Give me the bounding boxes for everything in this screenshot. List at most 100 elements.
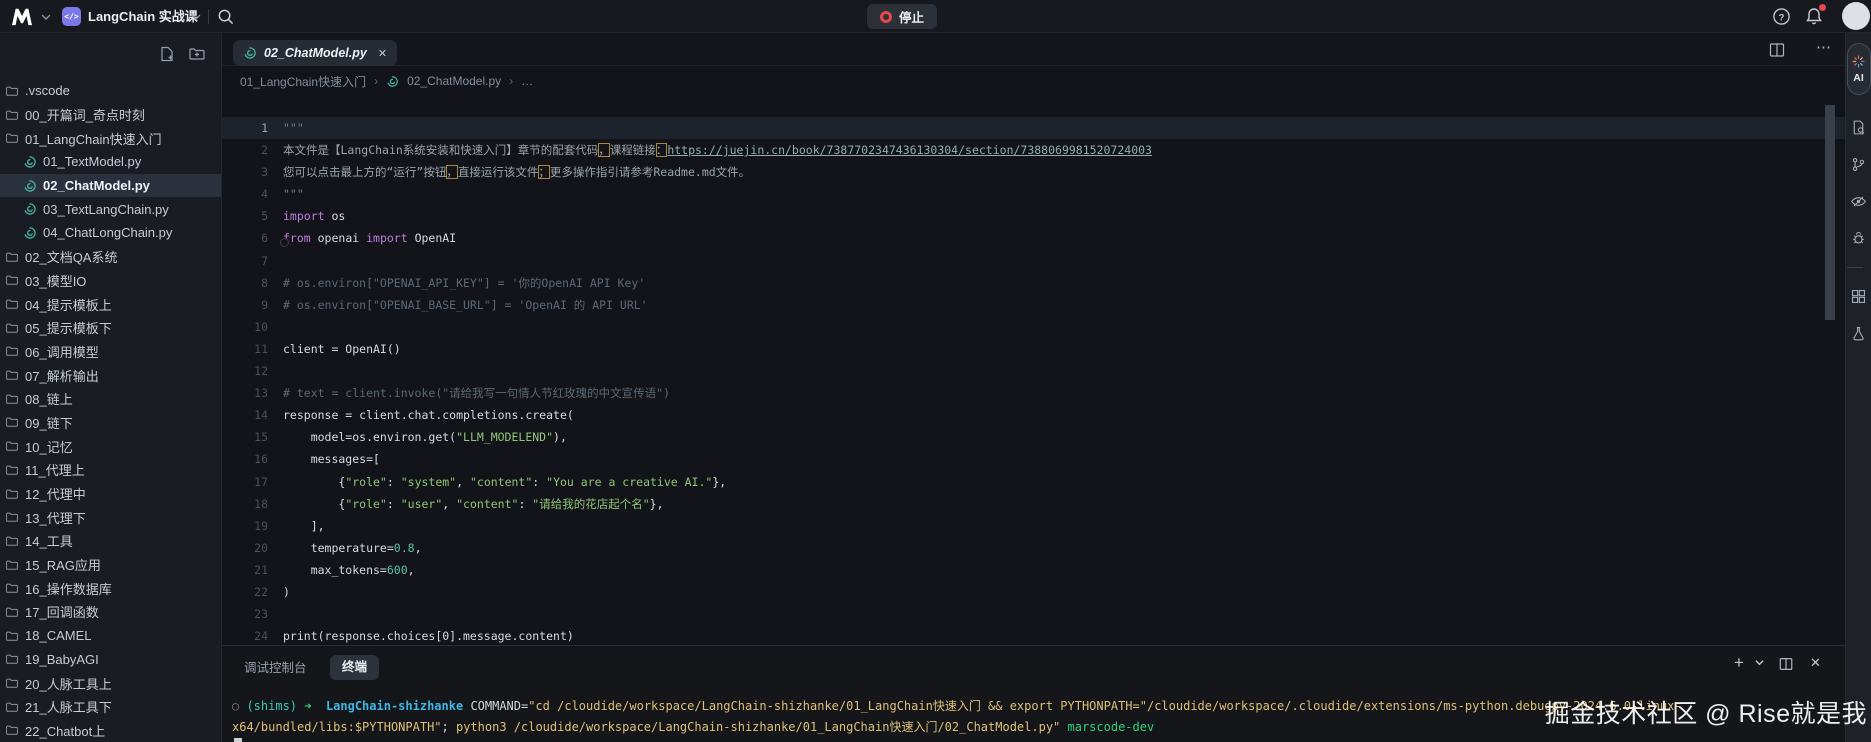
tab-terminal[interactable]: 终端 bbox=[330, 655, 379, 680]
code-line[interactable]: 24 print(response.choices[0].message.cont… bbox=[222, 625, 1845, 645]
file-tree-item[interactable]: 11_代理上 bbox=[0, 458, 222, 482]
code-line[interactable]: 21 max_tokens=600, bbox=[222, 559, 1845, 581]
ai-assistant-button[interactable]: AI bbox=[1847, 43, 1871, 95]
code-line[interactable]: 12 bbox=[222, 360, 1845, 382]
eye-icon[interactable] bbox=[1847, 183, 1871, 220]
line-number: 13 bbox=[222, 382, 268, 404]
file-tree-item[interactable]: 02_文档QA系统 bbox=[0, 245, 222, 269]
avatar[interactable] bbox=[1842, 2, 1870, 30]
chevron-down-icon[interactable] bbox=[1754, 657, 1765, 668]
file-tree-item[interactable]: 01_TextModel.py bbox=[0, 150, 222, 174]
file-tree-item[interactable]: 12_代理中 bbox=[0, 482, 222, 506]
code-line[interactable]: 14response = client.chat.completions.cre… bbox=[222, 404, 1845, 426]
split-terminal-icon[interactable] bbox=[1778, 656, 1794, 672]
code-line[interactable]: 20 temperature=0.8, bbox=[222, 537, 1845, 559]
code-line[interactable]: 23 bbox=[222, 603, 1845, 625]
terminal-output[interactable]: ○ (shims) ➜ LangChain-shizhanke COMMAND=… bbox=[232, 696, 1682, 738]
code-line[interactable]: 4""" bbox=[222, 183, 1845, 205]
file-tree-item[interactable]: 19_BabyAGI bbox=[0, 648, 222, 672]
code-line[interactable]: 9# os.environ["OPENAI_BASE_URL"] = 'Open… bbox=[222, 294, 1845, 316]
breadcrumb-folder[interactable]: 01_LangChain快速入门 bbox=[240, 73, 366, 90]
file-tree-item[interactable]: 09_链下 bbox=[0, 411, 222, 435]
folder-icon bbox=[5, 581, 19, 595]
file-tree-item[interactable]: 04_ChatLongChain.py bbox=[0, 221, 222, 245]
code-line[interactable]: 17 {"role": "system", "content": "You ar… bbox=[222, 471, 1845, 493]
folder-icon bbox=[5, 510, 19, 524]
bug-icon[interactable] bbox=[1847, 220, 1871, 257]
code-line[interactable]: 13# text = client.invoke("请给我写一句情人节红玫瑰的中… bbox=[222, 382, 1845, 404]
file-tree-item[interactable]: 20_人脉工具上 bbox=[0, 671, 222, 695]
folder-icon bbox=[5, 415, 19, 429]
folder-icon bbox=[5, 723, 19, 737]
code-text: response = client.chat.completions.creat… bbox=[283, 404, 574, 426]
code-line[interactable]: 10 bbox=[222, 316, 1845, 338]
new-file-icon[interactable] bbox=[158, 45, 176, 63]
file-tree-item[interactable]: 14_工具 bbox=[0, 529, 222, 553]
breadcrumb-file[interactable]: 02_ChatModel.py bbox=[407, 74, 501, 88]
file-tree-item[interactable]: 21_人脉工具下 bbox=[0, 695, 222, 719]
file-tree-item[interactable]: 01_LangChain快速入门 bbox=[0, 126, 222, 150]
file-tree-label: 04_ChatLongChain.py bbox=[43, 225, 172, 240]
code-line[interactable]: 16 messages=[ bbox=[222, 448, 1845, 470]
code-line[interactable]: 15 model=os.environ.get("LLM_MODELEND"), bbox=[222, 426, 1845, 448]
code-line[interactable]: 3您可以点击最上方的“运行”按钮，直接运行该文件；更多操作指引请参考Readme… bbox=[222, 161, 1845, 183]
python-file-icon bbox=[23, 202, 37, 216]
notification-bell-icon[interactable] bbox=[1804, 6, 1824, 26]
file-tree-item[interactable]: 08_链上 bbox=[0, 387, 222, 411]
editor-scrollbar[interactable] bbox=[1825, 105, 1835, 320]
close-panel-icon[interactable]: ✕ bbox=[1810, 655, 1821, 671]
close-icon[interactable]: ✕ bbox=[378, 47, 387, 60]
split-editor-icon[interactable] bbox=[1768, 41, 1786, 59]
file-tree-item[interactable]: 10_记忆 bbox=[0, 434, 222, 458]
code-line[interactable]: 18 {"role": "user", "content": "请给我的花店起个… bbox=[222, 493, 1845, 515]
search-icon[interactable] bbox=[216, 7, 235, 26]
code-line[interactable]: 2本文件是【LangChain系统安装和快速入门】章节的配套代码，课程链接：ht… bbox=[222, 139, 1845, 161]
file-tree-label: 15_RAG应用 bbox=[25, 555, 101, 574]
code-line[interactable]: 6from openai import OpenAI bbox=[222, 227, 1845, 249]
file-tree-item[interactable]: 02_ChatModel.py bbox=[0, 174, 222, 198]
code-line[interactable]: 1""" bbox=[222, 117, 1845, 139]
code-line[interactable]: 5import os bbox=[222, 205, 1845, 227]
folder-icon bbox=[5, 487, 19, 501]
new-folder-icon[interactable] bbox=[188, 45, 206, 63]
help-icon[interactable]: ? bbox=[1772, 7, 1791, 26]
file-tree-item[interactable]: 17_回调函数 bbox=[0, 600, 222, 624]
code-line[interactable]: 22) bbox=[222, 581, 1845, 603]
workspace-title[interactable]: LangChain 实战课 bbox=[88, 0, 198, 33]
code-area[interactable]: 1"""2本文件是【LangChain系统安装和快速入门】章节的配套代码，课程链… bbox=[222, 96, 1845, 645]
file-tree-item[interactable]: 03_TextLangChain.py bbox=[0, 197, 222, 221]
more-actions-icon[interactable]: ⋯ bbox=[1816, 38, 1832, 56]
git-branch-icon[interactable] bbox=[1847, 146, 1871, 183]
code-text: print(response.choices[0].message.conten… bbox=[283, 625, 574, 645]
code-line[interactable]: 7 bbox=[222, 250, 1845, 272]
code-line[interactable]: 11client = OpenAI() bbox=[222, 338, 1845, 360]
file-tree-item[interactable]: 00_开篇词_奇点时刻 bbox=[0, 103, 222, 127]
marscode-logo-icon[interactable] bbox=[10, 6, 34, 26]
breadcrumb-more[interactable]: … bbox=[521, 74, 533, 88]
file-tree-item[interactable]: 15_RAG应用 bbox=[0, 553, 222, 577]
chevron-down-icon[interactable] bbox=[190, 11, 202, 23]
tab-debug-console[interactable]: 调试控制台 bbox=[244, 656, 307, 680]
code-line[interactable]: 8# os.environ["OPENAI_API_KEY"] = '你的Ope… bbox=[222, 272, 1845, 294]
new-terminal-icon[interactable]: + bbox=[1734, 653, 1744, 673]
tab-02-chatmodel[interactable]: 02_ChatModel.py ✕ bbox=[233, 40, 397, 66]
code-line[interactable]: 19 ], bbox=[222, 515, 1845, 537]
file-tree-item[interactable]: 22_Chatbot上 bbox=[0, 719, 222, 742]
stop-button[interactable]: 停止 bbox=[867, 4, 937, 29]
file-tree-item[interactable]: 18_CAMEL bbox=[0, 624, 222, 648]
file-tree-item[interactable]: 13_代理下 bbox=[0, 505, 222, 529]
file-tree-item[interactable]: 04_提示模板上 bbox=[0, 292, 222, 316]
grid-icon[interactable] bbox=[1847, 278, 1871, 315]
chevron-down-icon[interactable] bbox=[40, 11, 52, 23]
line-number: 24 bbox=[222, 625, 268, 645]
line-number: 15 bbox=[222, 426, 268, 448]
python-file-icon bbox=[386, 75, 399, 88]
file-search-icon[interactable] bbox=[1847, 109, 1871, 146]
file-tree-item[interactable]: 07_解析输出 bbox=[0, 363, 222, 387]
file-tree-item[interactable]: 03_模型IO bbox=[0, 269, 222, 293]
file-tree-item[interactable]: .vscode bbox=[0, 79, 222, 103]
file-tree-item[interactable]: 16_操作数据库 bbox=[0, 576, 222, 600]
file-tree-item[interactable]: 05_提示模板下 bbox=[0, 316, 222, 340]
file-tree-item[interactable]: 06_调用模型 bbox=[0, 340, 222, 364]
flask-icon[interactable] bbox=[1847, 315, 1871, 352]
